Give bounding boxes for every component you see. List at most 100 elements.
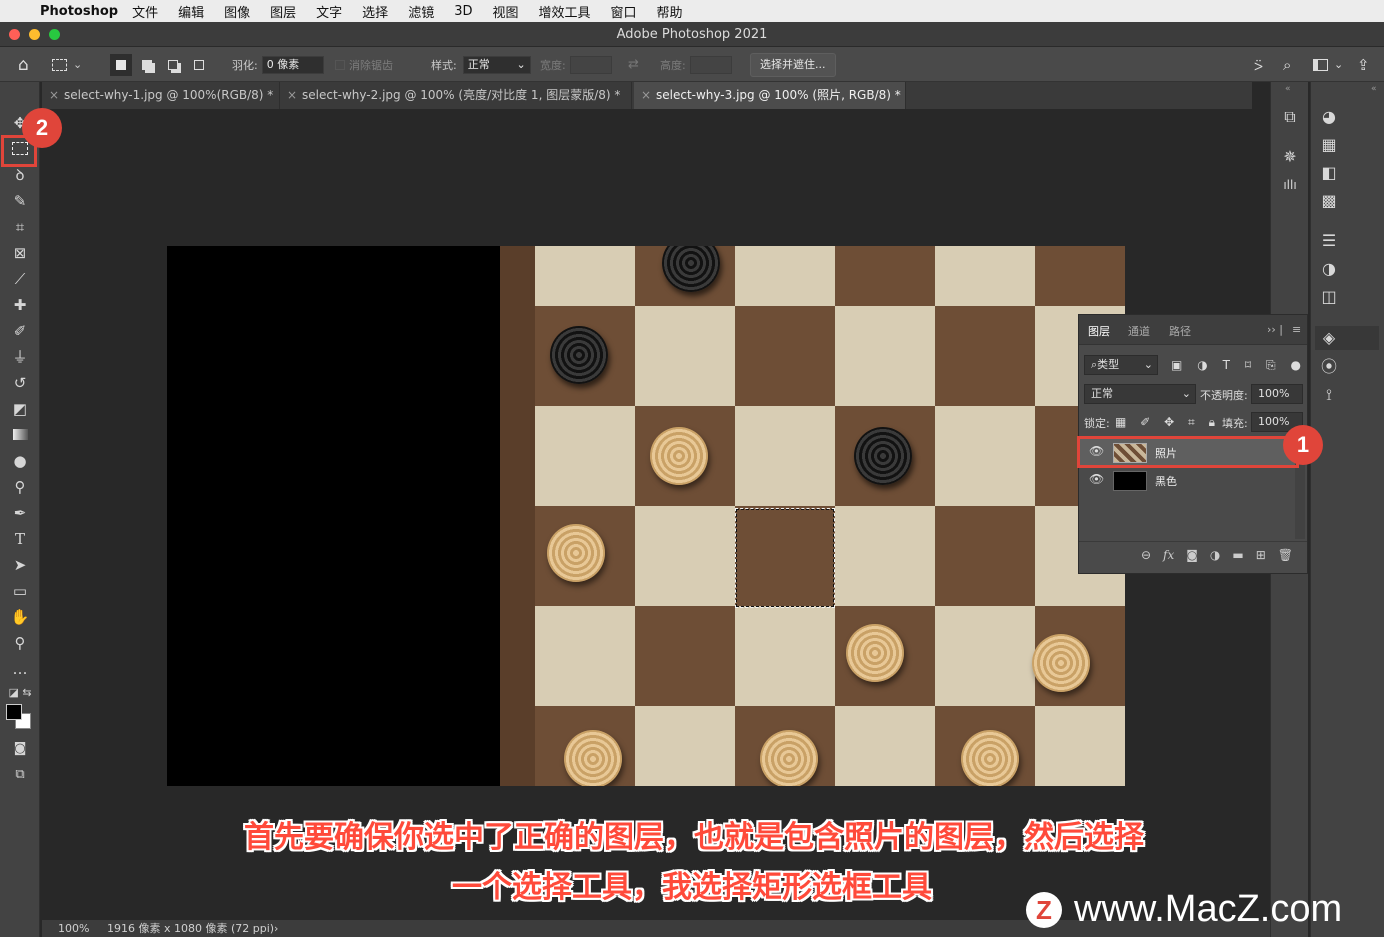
channels-panel-icon[interactable]: ⦿ bbox=[1317, 356, 1341, 378]
new-group-icon[interactable]: ▬ bbox=[1232, 548, 1243, 562]
path-selection-tool-icon[interactable]: ➤ bbox=[8, 554, 32, 576]
tab-paths[interactable]: 路径 bbox=[1169, 323, 1191, 339]
adjustments-panel-icon[interactable]: ◑ bbox=[1317, 258, 1341, 280]
menu-layer[interactable]: 图层 bbox=[270, 2, 296, 21]
lock-artboard-icon[interactable]: ⌗ bbox=[1188, 415, 1195, 430]
close-tab-icon[interactable]: × bbox=[49, 82, 59, 109]
crop-tool-icon[interactable]: ⌗ bbox=[8, 216, 32, 238]
layers-panel-toggle[interactable]: ◈ bbox=[1315, 326, 1379, 350]
quick-mask-icon[interactable]: ◙ bbox=[8, 738, 32, 760]
close-window-button[interactable] bbox=[9, 29, 20, 40]
paths-panel-icon[interactable]: ⟟ bbox=[1317, 384, 1341, 406]
lock-image-pixels-icon[interactable]: ✐ bbox=[1140, 415, 1150, 429]
subtract-from-selection-icon[interactable] bbox=[162, 54, 184, 76]
lock-transparent-pixels-icon[interactable]: ▦ bbox=[1115, 415, 1126, 429]
tool-preset-picker[interactable]: ⌄ bbox=[52, 47, 82, 82]
gradients-panel-icon[interactable]: ◧ bbox=[1317, 162, 1341, 184]
close-tab-icon[interactable]: × bbox=[287, 82, 297, 109]
brush-tool-icon[interactable]: ✐ bbox=[8, 320, 32, 342]
clone-stamp-tool-icon[interactable]: ⏚ bbox=[8, 346, 32, 368]
panel-menu-icon[interactable]: ≡ bbox=[1292, 323, 1301, 336]
properties-panel-icon[interactable]: ☰ bbox=[1317, 230, 1341, 252]
adjustment-filter-icon[interactable]: ◑ bbox=[1197, 358, 1207, 372]
layer-style-icon[interactable]: fx bbox=[1163, 548, 1174, 562]
style-select[interactable]: 正常 ⌄ bbox=[462, 55, 531, 74]
layer-row-black[interactable]: 👁︎ 黑色 bbox=[1079, 467, 1295, 495]
default-colors-icon[interactable]: ◪ ⇆ bbox=[8, 682, 32, 704]
lock-position-icon[interactable]: ✥ bbox=[1164, 415, 1174, 429]
new-selection-icon[interactable] bbox=[110, 53, 132, 76]
libraries-panel-icon[interactable]: ◫ bbox=[1317, 286, 1341, 308]
screen-mode-icon[interactable]: ⧉ bbox=[8, 764, 32, 786]
width-input[interactable] bbox=[569, 55, 612, 74]
lasso-tool-icon[interactable]: ꝺ bbox=[8, 164, 32, 186]
intersect-selection-icon[interactable] bbox=[188, 54, 210, 76]
tab-layers[interactable]: 图层 bbox=[1088, 323, 1110, 339]
document-canvas[interactable] bbox=[167, 246, 1125, 786]
patterns-panel-icon[interactable]: ▩ bbox=[1317, 190, 1341, 212]
menu-select[interactable]: 选择 bbox=[362, 2, 388, 21]
swap-dimensions-icon[interactable]: ⇄ bbox=[628, 47, 639, 82]
swatches-panel-icon[interactable]: ▦ bbox=[1317, 134, 1341, 156]
search-icon[interactable]: ⌕ bbox=[1283, 47, 1291, 82]
delete-layer-icon[interactable]: 🗑︎ bbox=[1278, 548, 1293, 562]
pen-tool-icon[interactable]: ✒ bbox=[8, 502, 32, 524]
menu-type[interactable]: 文字 bbox=[316, 2, 342, 21]
menu-3d[interactable]: 3D bbox=[454, 4, 472, 19]
share-icon[interactable]: ⇪ bbox=[1357, 47, 1370, 82]
menu-window[interactable]: 窗口 bbox=[611, 2, 637, 21]
foreground-color-swatch[interactable] bbox=[6, 704, 22, 720]
color-panel-icon[interactable]: ◕ bbox=[1317, 106, 1341, 128]
brush-settings-panel-icon[interactable]: ✵ bbox=[1278, 146, 1302, 168]
history-brush-tool-icon[interactable]: ↺ bbox=[8, 372, 32, 394]
type-tool-icon[interactable]: T bbox=[8, 528, 32, 550]
select-and-mask-button[interactable]: 选择并遮住... bbox=[750, 52, 836, 77]
eyedropper-tool-icon[interactable]: ⟋ bbox=[8, 268, 32, 290]
blur-tool-icon[interactable]: ● bbox=[8, 450, 32, 472]
menu-filter[interactable]: 滤镜 bbox=[408, 2, 434, 21]
filter-toggle-icon[interactable]: ● bbox=[1290, 358, 1300, 372]
quick-selection-tool-icon[interactable]: ✎ bbox=[8, 190, 32, 212]
dodge-tool-icon[interactable]: ⚲ bbox=[8, 476, 32, 498]
healing-brush-tool-icon[interactable]: ✚ bbox=[8, 294, 32, 316]
zoom-level[interactable]: 100% bbox=[58, 920, 89, 937]
height-input[interactable] bbox=[689, 55, 732, 74]
new-adjustment-layer-icon[interactable]: ◑ bbox=[1210, 548, 1220, 562]
feather-input[interactable]: 0 像素 bbox=[261, 55, 324, 74]
eraser-tool-icon[interactable]: ◩ bbox=[8, 398, 32, 420]
frame-tool-icon[interactable]: ⊠ bbox=[8, 242, 32, 264]
close-tab-icon[interactable]: × bbox=[641, 82, 651, 109]
zoom-window-button[interactable] bbox=[49, 29, 60, 40]
shape-filter-icon[interactable]: ⌑ bbox=[1245, 358, 1251, 372]
menu-plugins[interactable]: 增效工具 bbox=[539, 2, 591, 21]
workspace-icon[interactable]: ⌄ bbox=[1313, 47, 1343, 82]
zoom-tool-icon[interactable]: ⚲ bbox=[8, 632, 32, 654]
tab-channels[interactable]: 通道 bbox=[1128, 323, 1150, 339]
layer-filter-select[interactable]: ⌕类型 ⌄ bbox=[1084, 355, 1158, 375]
brushes-panel-icon[interactable]: ıllı bbox=[1278, 174, 1302, 196]
collapse-dock-icon[interactable]: « bbox=[1285, 84, 1291, 94]
menu-edit[interactable]: 编辑 bbox=[178, 2, 204, 21]
opacity-input[interactable]: 100% bbox=[1251, 384, 1303, 404]
menu-image[interactable]: 图像 bbox=[224, 2, 250, 21]
tab-select-why-1[interactable]: × select-why-1.jpg @ 100%(RGB/8) * bbox=[42, 82, 280, 109]
smart-object-filter-icon[interactable]: ⎘ bbox=[1266, 358, 1276, 373]
blend-mode-select[interactable]: 正常 ⌄ bbox=[1084, 384, 1196, 404]
lock-all-icon[interactable]: 🔒︎ bbox=[1209, 415, 1215, 430]
history-panel-icon[interactable]: ⧉ bbox=[1278, 106, 1302, 128]
antialias-checkbox[interactable] bbox=[335, 59, 345, 70]
visibility-eye-icon[interactable]: 👁︎ bbox=[1089, 472, 1104, 486]
home-icon[interactable]: ⌂ bbox=[18, 47, 29, 82]
app-menu[interactable]: Photoshop bbox=[40, 4, 118, 19]
type-filter-icon[interactable]: T bbox=[1223, 358, 1230, 372]
gradient-tool-icon[interactable] bbox=[8, 424, 32, 446]
collapse-dock-icon[interactable]: « bbox=[1371, 84, 1377, 94]
status-menu-icon[interactable]: › bbox=[274, 920, 278, 937]
menu-help[interactable]: 帮助 bbox=[657, 2, 683, 21]
menu-view[interactable]: 视图 bbox=[492, 2, 518, 21]
tab-select-why-2[interactable]: × select-why-2.jpg @ 100% (亮度/对比度 1, 图层蒙… bbox=[280, 82, 632, 109]
expand-panel-icon[interactable]: ›› | bbox=[1267, 323, 1283, 336]
new-layer-icon[interactable]: ⊞ bbox=[1256, 548, 1266, 562]
menu-file[interactable]: 文件 bbox=[132, 2, 158, 21]
link-layers-icon[interactable]: ⊖ bbox=[1141, 548, 1151, 562]
